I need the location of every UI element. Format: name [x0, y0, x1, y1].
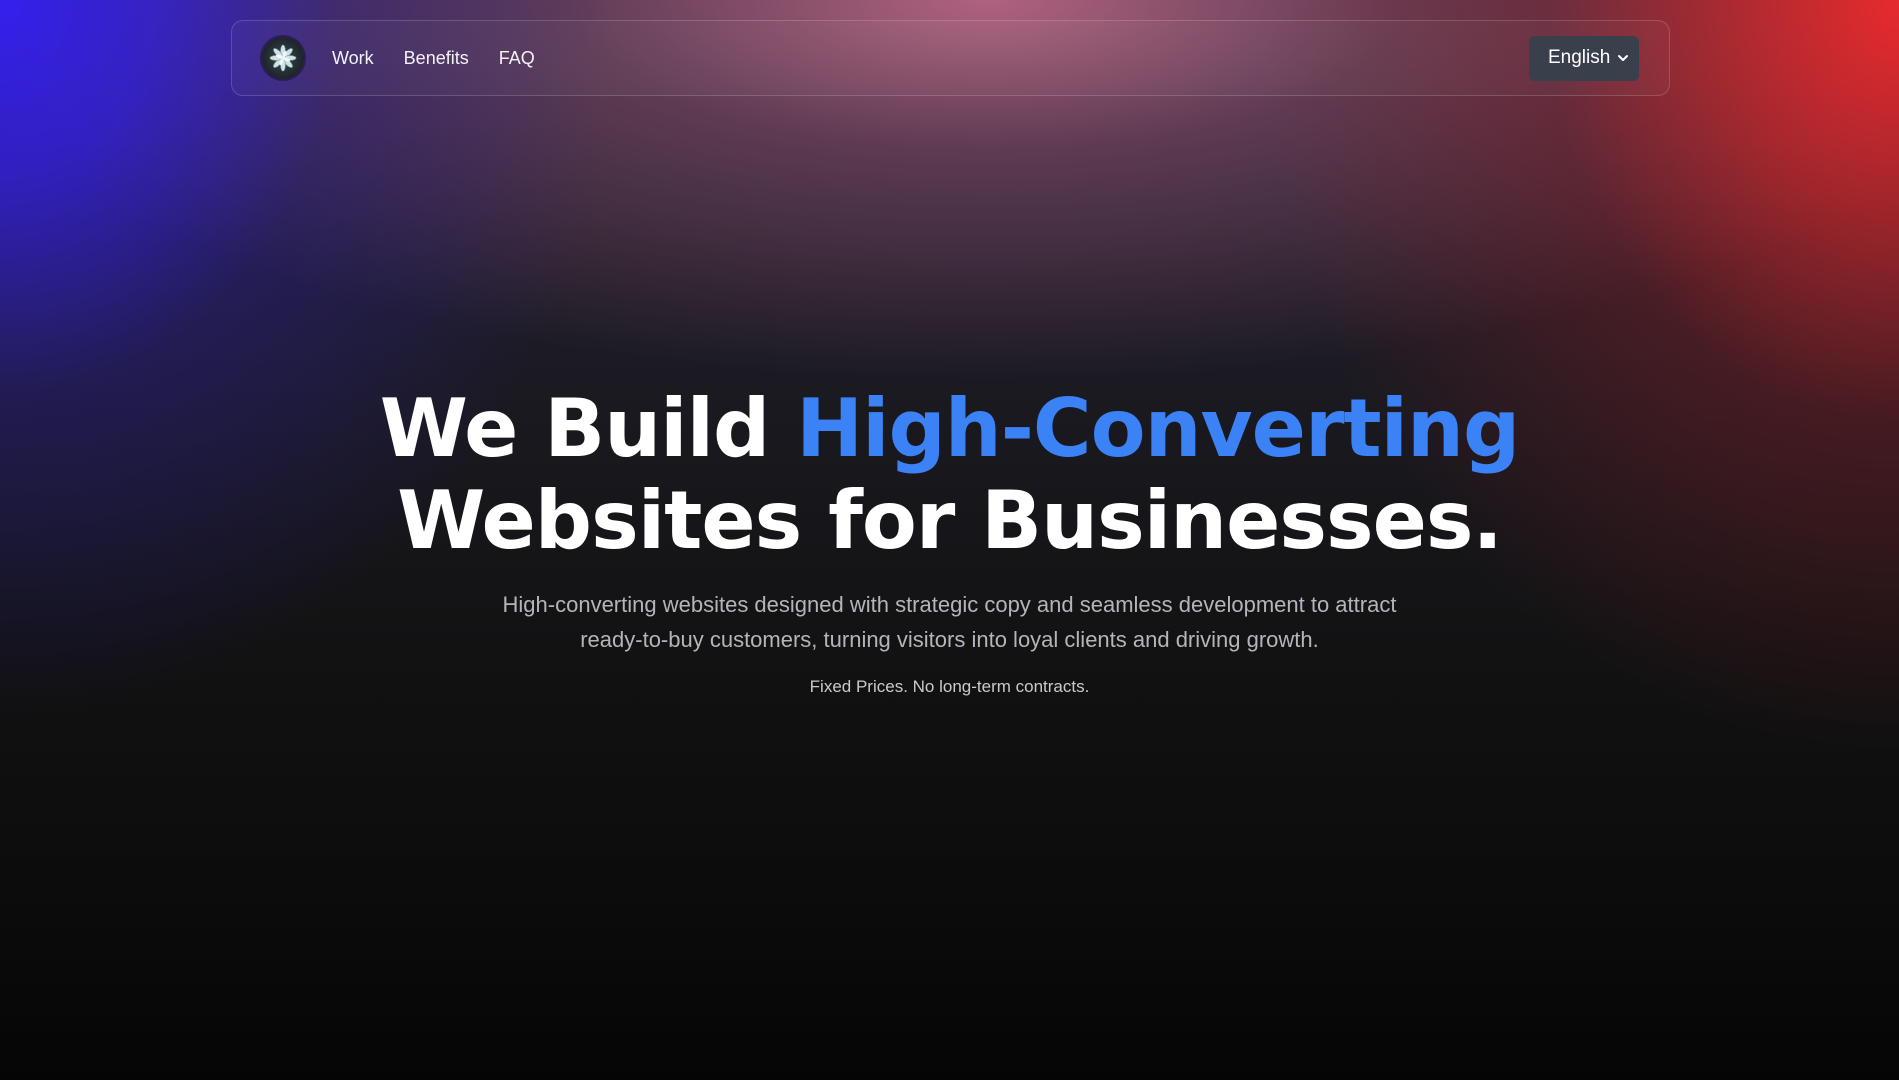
hero-headline: We Build High-Converting Websites for Bu…: [0, 383, 1899, 567]
language-select-label: English: [1548, 47, 1611, 68]
landing-page: Work Benefits FAQ English We Build High-…: [0, 0, 1899, 1080]
subheadline-line-2: ready-to-buy customers, turning visitors…: [580, 627, 1319, 652]
headline-text-start: We Build: [379, 382, 797, 475]
nav-link-faq[interactable]: FAQ: [499, 48, 535, 69]
flower-logo-icon: [269, 44, 297, 72]
pricing-note: Fixed Prices. No long-term contracts.: [809, 677, 1090, 696]
nav-link-benefits[interactable]: Benefits: [404, 48, 469, 69]
brand-logo[interactable]: [262, 37, 304, 79]
subheadline-line-1: High-converting websites designed with s…: [502, 592, 1397, 617]
hero-subheadline: High-converting websites designed with s…: [470, 587, 1430, 657]
hero-section: We Build High-Converting Websites for Bu…: [0, 383, 1899, 697]
nav-links: Work Benefits FAQ: [332, 48, 565, 69]
top-navigation: Work Benefits FAQ English: [231, 20, 1670, 96]
language-select[interactable]: English: [1529, 35, 1639, 81]
headline-text-end: Websites for Businesses.: [397, 474, 1503, 567]
headline-accent: High-Converting: [796, 382, 1520, 475]
nav-link-work[interactable]: Work: [332, 48, 374, 69]
chevron-down-icon: [1618, 54, 1628, 61]
